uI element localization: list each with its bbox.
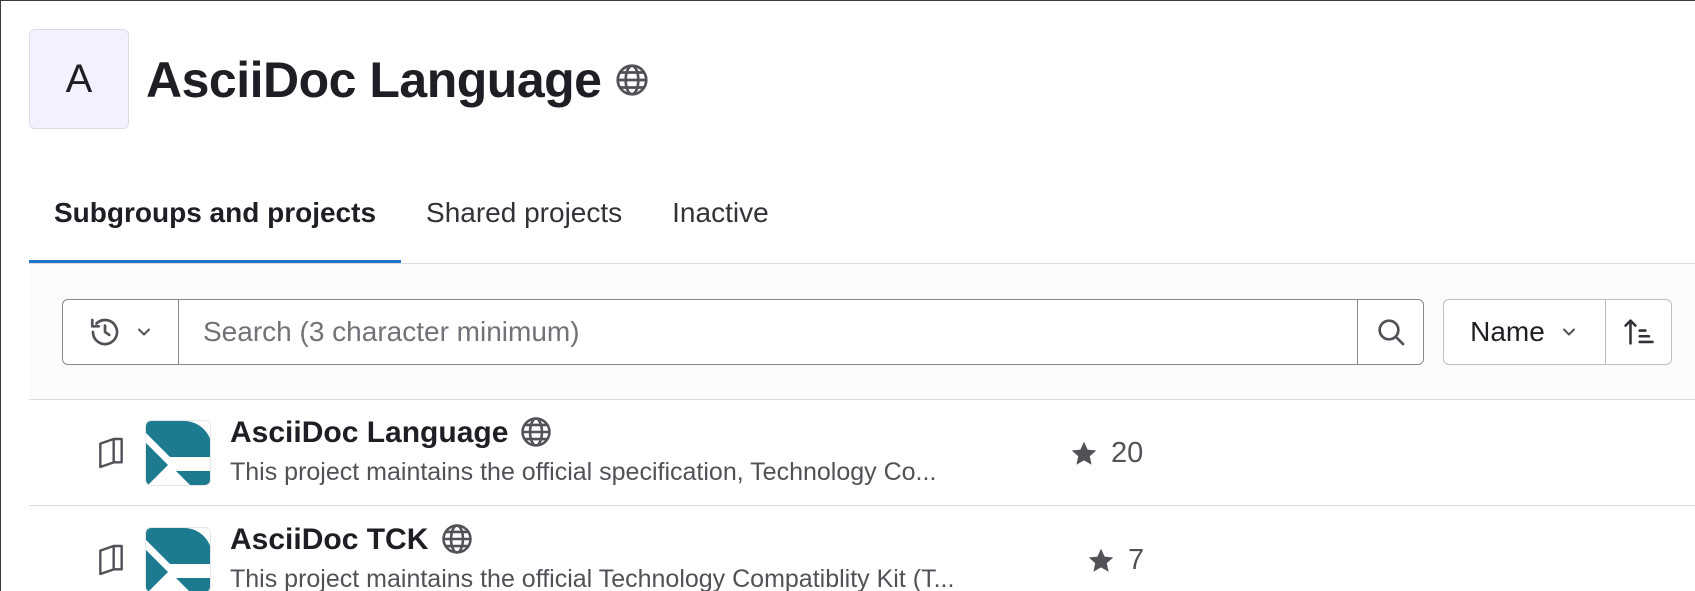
globe-icon xyxy=(521,417,551,447)
search-button[interactable] xyxy=(1357,300,1423,364)
asciidoc-logo-icon xyxy=(146,421,210,485)
book-icon xyxy=(99,544,123,576)
star-count[interactable]: 20 xyxy=(1069,437,1143,470)
project-name-link[interactable]: AsciiDoc TCK xyxy=(230,523,428,557)
group-avatar-letter: A xyxy=(65,56,93,101)
star-count-value: 7 xyxy=(1128,544,1145,576)
tab-subgroups-and-projects[interactable]: Subgroups and projects xyxy=(29,180,402,264)
list-item: AsciiDoc TCK This project maintains the … xyxy=(29,507,1695,591)
star-icon xyxy=(1088,548,1114,572)
page-title: AsciiDoc Language xyxy=(146,52,602,108)
search-input[interactable] xyxy=(179,300,1357,364)
project-avatar[interactable] xyxy=(145,527,211,591)
asciidoc-logo-icon xyxy=(146,528,210,591)
project-description: This project maintains the official spec… xyxy=(230,458,937,486)
sort-by-label: Name xyxy=(1470,316,1545,347)
sort-controls: Name xyxy=(1443,299,1672,365)
group-tabs: Subgroups and projects Shared projects I… xyxy=(29,180,794,264)
star-count-value: 20 xyxy=(1111,437,1144,469)
globe-icon xyxy=(616,64,648,96)
tab-inactive[interactable]: Inactive xyxy=(647,180,794,264)
search-icon xyxy=(1377,319,1404,346)
group-avatar[interactable]: A xyxy=(29,29,129,129)
filtered-search-box xyxy=(62,299,1424,365)
book-icon xyxy=(99,437,123,469)
globe-icon xyxy=(442,524,472,554)
star-count[interactable]: 7 xyxy=(1086,544,1144,577)
chevron-down-icon xyxy=(1562,328,1575,336)
recent-searches-dropdown[interactable] xyxy=(63,300,179,364)
sort-ascending-icon xyxy=(1623,319,1654,345)
sort-direction-button[interactable] xyxy=(1605,300,1671,364)
sort-by-dropdown[interactable]: Name xyxy=(1444,300,1605,364)
chevron-down-icon xyxy=(137,328,150,336)
list-item: AsciiDoc Language This project maintains… xyxy=(29,400,1695,506)
tab-shared-projects[interactable]: Shared projects xyxy=(401,180,647,264)
project-name-link[interactable]: AsciiDoc Language xyxy=(230,416,508,450)
history-icon xyxy=(90,318,118,346)
project-description: This project maintains the official Tech… xyxy=(230,565,955,591)
project-avatar[interactable] xyxy=(145,420,211,486)
star-icon xyxy=(1071,441,1097,465)
